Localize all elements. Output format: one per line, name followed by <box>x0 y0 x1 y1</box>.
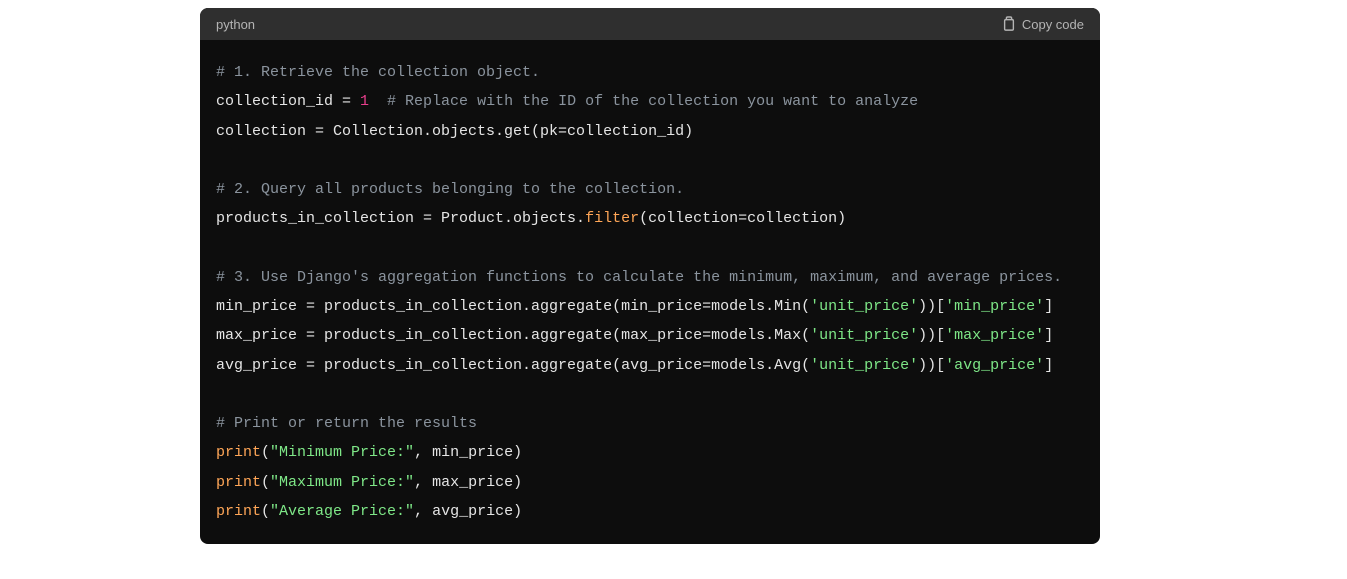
code-string: "Minimum Price:" <box>270 444 414 461</box>
code-text: max_price = products_in_collection.aggre… <box>216 327 810 344</box>
code-fn: print <box>216 444 261 461</box>
code-text: collection = Collection.objects.get(pk=c… <box>216 123 693 140</box>
code-comment: # 1. Retrieve the collection object. <box>216 64 540 81</box>
code-text: ] <box>1044 298 1053 315</box>
code-text: ( <box>261 444 270 461</box>
code-comment: # 3. Use Django's aggregation functions … <box>216 269 1062 286</box>
code-text: ( <box>261 474 270 491</box>
language-label: python <box>216 17 255 32</box>
code-comment: # Replace with the ID of the collection … <box>369 93 918 110</box>
code-string: "Average Price:" <box>270 503 414 520</box>
code-body[interactable]: # 1. Retrieve the collection object. col… <box>200 40 1100 544</box>
code-text: (collection=collection) <box>639 210 846 227</box>
code-text: ( <box>261 503 270 520</box>
code-number: 1 <box>360 93 369 110</box>
code-text: , min_price) <box>414 444 522 461</box>
code-string: 'max_price' <box>945 327 1044 344</box>
code-comment: # 2. Query all products belonging to the… <box>216 181 684 198</box>
code-string: "Maximum Price:" <box>270 474 414 491</box>
code-block: python Copy code # 1. Retrieve the colle… <box>200 8 1100 544</box>
code-text: min_price = products_in_collection.aggre… <box>216 298 810 315</box>
code-string: 'unit_price' <box>810 298 918 315</box>
code-string: 'unit_price' <box>810 357 918 374</box>
code-string: 'unit_price' <box>810 327 918 344</box>
code-text: ] <box>1044 357 1053 374</box>
code-string: 'avg_price' <box>945 357 1044 374</box>
code-text: , max_price) <box>414 474 522 491</box>
copy-label: Copy code <box>1022 17 1084 32</box>
code-fn: print <box>216 474 261 491</box>
code-fn: print <box>216 503 261 520</box>
code-comment: # Print or return the results <box>216 415 477 432</box>
code-text: , avg_price) <box>414 503 522 520</box>
code-text: ))[ <box>918 298 945 315</box>
code-text: avg_price = products_in_collection.aggre… <box>216 357 810 374</box>
code-string: 'min_price' <box>945 298 1044 315</box>
copy-code-button[interactable]: Copy code <box>1002 16 1084 32</box>
code-text: collection_id = <box>216 93 360 110</box>
code-text: products_in_collection = Product.objects… <box>216 210 585 227</box>
clipboard-icon <box>1002 16 1016 32</box>
code-text: ))[ <box>918 357 945 374</box>
code-header: python Copy code <box>200 8 1100 40</box>
code-fn: filter <box>585 210 639 227</box>
code-text: ] <box>1044 327 1053 344</box>
code-text: ))[ <box>918 327 945 344</box>
